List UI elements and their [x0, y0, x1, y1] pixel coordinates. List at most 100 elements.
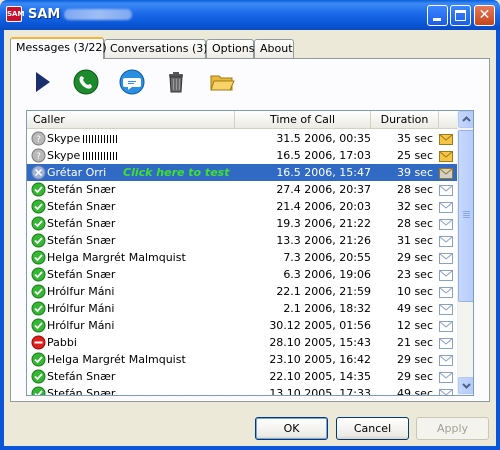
maximize-icon: [455, 10, 466, 21]
read-envelope-icon[interactable]: [439, 337, 453, 349]
table-row[interactable]: Hrólfur Máni 2.1 2006, 18:32 49 sec: [27, 300, 457, 317]
caller-status-icon: [31, 250, 46, 265]
caller-status-icon: [31, 182, 46, 197]
table-row[interactable]: Stefán Snær 22.10 2005, 14:35 29 sec: [27, 368, 457, 385]
unread-envelope-icon[interactable]: [439, 133, 453, 145]
phone-icon: [73, 69, 99, 95]
scroll-grip: [463, 215, 470, 216]
list-rows: ? Skype 31.5 2006, 00:35 35 sec? Skype 16.5 2…: [27, 130, 457, 396]
read-envelope-icon[interactable]: [439, 303, 453, 315]
caller-name: Helga Margrét Malmquist: [47, 353, 186, 366]
test-hint-label[interactable]: Click here to test: [123, 164, 229, 181]
call-time: 28.10 2005, 15:43: [269, 336, 371, 349]
call-duration: 28 sec: [396, 217, 433, 230]
scroll-grip: [463, 217, 470, 218]
caller-status-icon: [31, 233, 46, 248]
tab-conversations[interactable]: Conversations (3): [104, 39, 208, 58]
table-row[interactable]: Hrólfur Máni 22.1 2006, 21:59 10 sec: [27, 283, 457, 300]
column-caller[interactable]: Caller: [27, 111, 235, 129]
call-duration: 21 sec: [396, 336, 433, 349]
table-row[interactable]: ? Skype 31.5 2006, 00:35 35 sec: [27, 130, 457, 147]
call-time: 30.12 2005, 01:56: [269, 319, 371, 332]
read-envelope-icon[interactable]: [439, 388, 453, 395]
column-status[interactable]: [439, 111, 457, 129]
caller-status-icon: [31, 284, 46, 299]
play-button[interactable]: [24, 64, 60, 100]
read-envelope-icon[interactable]: [439, 354, 453, 366]
read-envelope-icon[interactable]: [439, 320, 453, 332]
read-envelope-icon[interactable]: [439, 235, 453, 247]
call-duration: 29 sec: [396, 353, 433, 366]
apply-button[interactable]: Apply: [416, 417, 489, 440]
call-time: 6.3 2006, 19:06: [283, 268, 371, 281]
messages-list[interactable]: Caller Time of Call Duration ? Skype 31.5 …: [26, 110, 474, 396]
read-envelope-icon[interactable]: [439, 218, 453, 230]
read-envelope-icon[interactable]: [439, 201, 453, 213]
caller-name: Stefán Snær: [47, 387, 116, 396]
call-time: 21.4 2006, 20:03: [276, 200, 371, 213]
cancel-button[interactable]: Cancel: [336, 417, 409, 440]
read-envelope-icon[interactable]: [439, 286, 453, 298]
table-row[interactable]: Grétar Orri Click here to test 16.5 2006, …: [27, 164, 457, 181]
caller-status-icon: [31, 301, 46, 316]
scroll-down-button[interactable]: [458, 377, 473, 394]
chat-button[interactable]: [114, 64, 150, 100]
unread-envelope-icon[interactable]: [439, 150, 453, 162]
call-time: 2.1 2006, 18:32: [283, 302, 371, 315]
caller-status-icon: [31, 165, 46, 180]
scroll-up-button[interactable]: [458, 111, 473, 128]
table-row[interactable]: Helga Margrét Malmquist 23.10 2005, 16:42…: [27, 351, 457, 368]
read-envelope-icon[interactable]: [439, 269, 453, 281]
tab-messages[interactable]: Messages (3/22): [10, 37, 107, 59]
column-duration[interactable]: Duration: [371, 111, 439, 129]
vertical-scrollbar[interactable]: [457, 111, 473, 395]
ok-button[interactable]: OK: [255, 417, 328, 440]
table-row[interactable]: ? Skype 16.5 2006, 17:03 25 sec: [27, 147, 457, 164]
table-row[interactable]: Stefán Snær 6.3 2006, 19:06 23 sec: [27, 266, 457, 283]
window-frame-bottom: [0, 446, 500, 450]
table-row[interactable]: Stefán Snær 21.4 2006, 20:03 32 sec: [27, 198, 457, 215]
call-duration: 25 sec: [396, 149, 433, 162]
call-time: 23.10 2005, 16:42: [269, 353, 371, 366]
call-button[interactable]: [68, 64, 104, 100]
caller-name: Skype: [47, 130, 118, 147]
unread-envelope-icon[interactable]: [439, 167, 453, 179]
window-frame-right: [496, 30, 500, 450]
read-envelope-icon[interactable]: [439, 371, 453, 383]
call-duration: 49 sec: [396, 302, 433, 315]
list-header: Caller Time of Call Duration: [27, 111, 457, 129]
delete-button[interactable]: [158, 64, 194, 100]
minimize-button[interactable]: [427, 5, 448, 26]
call-duration: 49 sec: [396, 387, 433, 396]
table-row[interactable]: Stefán Snær 13.3 2006, 21:26 31 sec: [27, 232, 457, 249]
table-row[interactable]: Stefán Snær 13.10 2005, 17:33 49 sec: [27, 385, 457, 396]
caller-name: Hrólfur Máni: [47, 302, 115, 315]
tab-options[interactable]: Options: [206, 39, 254, 58]
table-row[interactable]: Stefán Snær 19.3 2006, 21:22 28 sec: [27, 215, 457, 232]
caller-name: Grétar Orri: [47, 166, 107, 179]
tab-about[interactable]: About: [254, 39, 294, 58]
table-row[interactable]: Helga Margrét Malmquist 7.3 2006, 20:55 29…: [27, 249, 457, 266]
close-button[interactable]: ✕: [474, 5, 495, 26]
window-frame-left: [0, 30, 4, 450]
maximize-button[interactable]: [450, 5, 471, 26]
table-row[interactable]: Hrólfur Máni 30.12 2005, 01:56 12 sec: [27, 317, 457, 334]
caller-status-icon: [31, 267, 46, 282]
caller-status-icon: ?: [31, 131, 46, 146]
read-envelope-icon[interactable]: [439, 184, 453, 196]
call-duration: 29 sec: [396, 251, 433, 264]
chevron-up-icon: [462, 116, 471, 122]
caller-name: Hrólfur Máni: [47, 319, 115, 332]
title-bar[interactable]: SAM SAM ✕: [0, 0, 500, 30]
call-duration: 31 sec: [396, 234, 433, 247]
table-row[interactable]: Pabbi 28.10 2005, 15:43 21 sec: [27, 334, 457, 351]
table-row[interactable]: Stefán Snær 27.4 2006, 20:37 28 sec: [27, 181, 457, 198]
column-time[interactable]: Time of Call: [235, 111, 371, 129]
open-folder-button[interactable]: [204, 64, 240, 100]
svg-text:?: ?: [36, 135, 41, 145]
caller-name: Stefán Snær: [47, 234, 116, 247]
read-envelope-icon[interactable]: [439, 252, 453, 264]
scroll-thumb[interactable]: [458, 130, 473, 302]
svg-text:?: ?: [36, 152, 41, 162]
caller-name: Stefán Snær: [47, 200, 116, 213]
